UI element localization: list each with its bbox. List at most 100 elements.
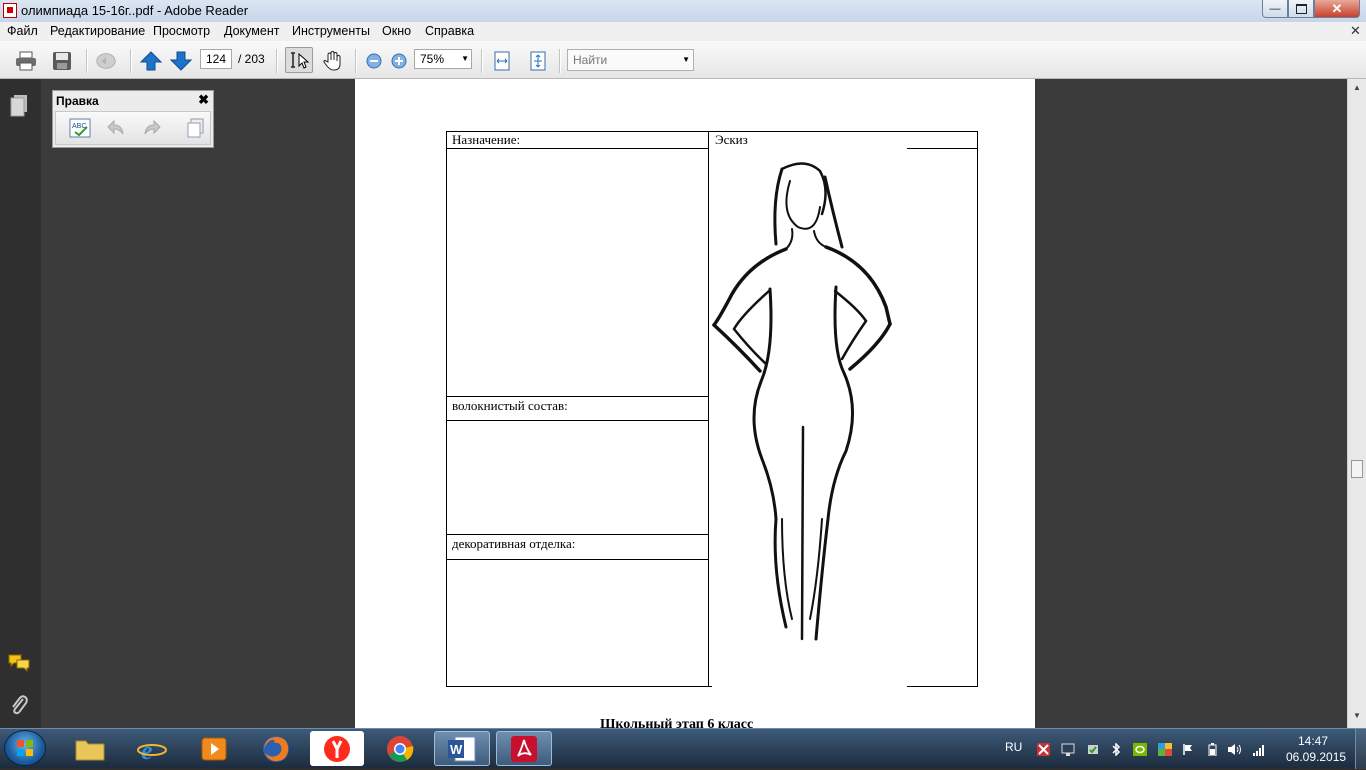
- menu-help[interactable]: Справка: [425, 24, 474, 38]
- zoom-level-value: 75%: [420, 52, 445, 66]
- scrollbar-thumb[interactable]: [1351, 460, 1363, 478]
- table-border: [446, 131, 978, 132]
- close-window-button[interactable]: ✕: [1314, 0, 1360, 18]
- toolbar-separator: [481, 49, 483, 73]
- undo-button[interactable]: [106, 119, 126, 137]
- close-icon: ✕: [1331, 0, 1343, 16]
- arrow-up-icon: [140, 51, 162, 71]
- page-number-input[interactable]: 124: [200, 49, 232, 69]
- pages-panel-button[interactable]: [9, 94, 29, 118]
- taskbar-yandex-browser[interactable]: [310, 731, 364, 766]
- taskbar-internet-explorer[interactable]: e: [124, 731, 180, 766]
- menu-edit[interactable]: Редактирование: [50, 24, 145, 38]
- minimize-button[interactable]: —: [1262, 0, 1288, 18]
- vertical-scrollbar[interactable]: ▲ ▼: [1347, 79, 1366, 728]
- window-title: олимпиада 15-16г..pdf - Adobe Reader: [21, 3, 249, 18]
- copy-button[interactable]: [186, 118, 206, 138]
- maximize-icon: [1295, 3, 1307, 14]
- toolbar-separator: [559, 49, 561, 73]
- edit-panel-close-button[interactable]: ✖: [198, 92, 209, 108]
- print-button[interactable]: [15, 50, 37, 72]
- table-border: [446, 420, 708, 421]
- edit-panel-toolbar: ABC: [55, 111, 211, 145]
- spell-check-button[interactable]: ABC: [69, 118, 91, 138]
- save-button[interactable]: [51, 50, 73, 72]
- clock-time[interactable]: 14:47: [1298, 734, 1328, 748]
- taskbar-media-player[interactable]: [186, 731, 242, 766]
- zoom-out-button[interactable]: [363, 50, 385, 72]
- edit-floating-panel: Правка ✖ ABC: [52, 90, 214, 148]
- title-bar: олимпиада 15-16г..pdf - Adobe Reader — ✕: [0, 0, 1366, 22]
- previous-page-button[interactable]: [140, 50, 162, 72]
- select-tool-button[interactable]: [285, 47, 313, 73]
- pdf-page: Назначение: Эскиз волокнистый состав: де…: [355, 79, 1035, 728]
- media-player-icon: [201, 737, 227, 760]
- adobe-reader-icon: [511, 735, 537, 762]
- zoom-level-select[interactable]: 75% ▼: [414, 49, 472, 69]
- menu-window[interactable]: Окно: [382, 24, 411, 38]
- share-button[interactable]: [95, 50, 117, 72]
- menu-document[interactable]: Документ: [224, 24, 279, 38]
- hand-tool-button[interactable]: [322, 50, 344, 72]
- menu-file[interactable]: Файл: [7, 24, 38, 38]
- table-border: [907, 686, 978, 687]
- tray-bluetooth-icon[interactable]: [1111, 742, 1124, 757]
- zoom-out-icon: [366, 53, 382, 69]
- hand-icon: [323, 50, 341, 71]
- taskbar-chrome[interactable]: [372, 731, 428, 766]
- fit-page-button[interactable]: [527, 50, 549, 72]
- word-icon: W: [448, 736, 476, 761]
- toolbar-separator: [86, 49, 88, 73]
- tray-signal-icon[interactable]: [1252, 743, 1265, 756]
- next-page-button[interactable]: [170, 50, 192, 72]
- garment-worksheet-table: Назначение: Эскиз волокнистый состав: де…: [446, 131, 978, 687]
- toolbar-separator: [355, 49, 357, 73]
- tray-app-icon[interactable]: [1158, 743, 1172, 756]
- tray-monitor-icon[interactable]: [1061, 743, 1075, 756]
- spell-check-icon: ABC: [69, 118, 91, 138]
- navigation-pane: [0, 79, 42, 728]
- maximize-button[interactable]: [1288, 0, 1314, 18]
- menu-view[interactable]: Просмотр: [153, 24, 210, 38]
- comments-panel-button[interactable]: [7, 653, 31, 673]
- toolbar-separator: [130, 49, 132, 73]
- yandex-icon: [324, 735, 350, 762]
- find-input[interactable]: Найти ▼: [567, 49, 694, 71]
- printer-icon: [16, 51, 36, 71]
- attachments-panel-button[interactable]: [9, 693, 29, 717]
- find-placeholder: Найти: [573, 53, 608, 67]
- tray-nvidia-icon[interactable]: [1133, 743, 1147, 756]
- document-close-button[interactable]: ✕: [1350, 23, 1361, 39]
- tray-security-icon[interactable]: [1086, 743, 1099, 756]
- show-desktop-button[interactable]: [1355, 729, 1366, 769]
- menu-bar: Файл Редактирование Просмотр Документ Ин…: [0, 22, 1366, 41]
- zoom-in-button[interactable]: [388, 50, 410, 72]
- comment-bubbles-icon: [8, 654, 30, 673]
- text-cursor-arrow-icon: [291, 52, 310, 69]
- taskbar-firefox[interactable]: [248, 731, 304, 766]
- scroll-down-icon[interactable]: ▼: [1353, 711, 1361, 720]
- menu-tools[interactable]: Инструменты: [292, 24, 370, 38]
- fit-width-button[interactable]: [491, 50, 513, 72]
- table-border: [446, 686, 712, 687]
- firefox-icon: [263, 735, 289, 762]
- taskbar-word[interactable]: W: [434, 731, 490, 766]
- svg-text:e: e: [141, 736, 153, 764]
- purpose-label: Назначение:: [452, 132, 521, 147]
- edit-panel-title: Правка: [56, 94, 99, 108]
- clock-date[interactable]: 06.09.2015: [1286, 750, 1346, 764]
- share-icon: [96, 53, 116, 69]
- tray-volume-icon[interactable]: [1227, 743, 1241, 756]
- language-indicator[interactable]: RU: [1005, 740, 1022, 754]
- female-figure-template-image: [712, 162, 892, 641]
- chevron-down-icon: ▼: [461, 54, 469, 63]
- scroll-up-icon[interactable]: ▲: [1353, 83, 1361, 92]
- redo-button[interactable]: [142, 119, 162, 137]
- tray-network-error-icon[interactable]: [1037, 743, 1050, 756]
- taskbar-adobe-reader[interactable]: [496, 731, 552, 766]
- fiber-composition-label: волокнистый состав:: [452, 398, 568, 413]
- taskbar-explorer[interactable]: [62, 731, 118, 766]
- tray-battery-icon[interactable]: [1207, 743, 1220, 757]
- tray-action-center-flag-icon[interactable]: [1182, 743, 1195, 756]
- start-button[interactable]: [4, 730, 46, 766]
